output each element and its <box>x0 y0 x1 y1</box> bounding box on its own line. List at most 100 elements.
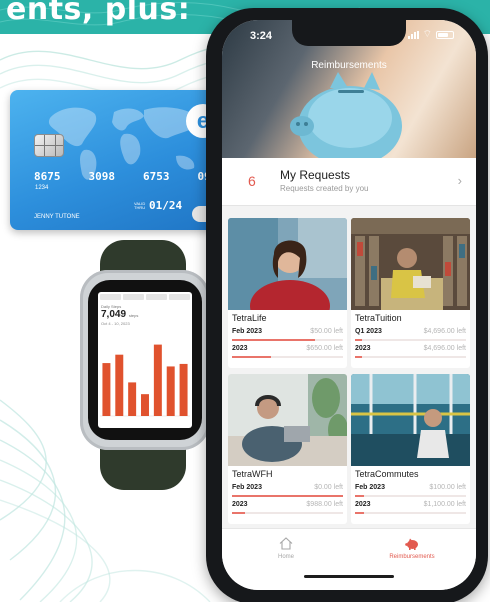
tab-label: Reimbursements <box>389 554 435 560</box>
phone-screen: 3:24 ⌔ Reimbursements 6 My Requests Requ… <box>222 20 476 590</box>
steps-value: 7,049 steps <box>101 309 138 320</box>
period-label: Feb 2023 <box>355 484 385 491</box>
amount-left: $4,696.00 left <box>423 328 466 335</box>
amount-left: $100.00 left <box>429 484 466 491</box>
watch-steps-app: Daily Steps 7,049 steps Oct 4 - 10, 2023 <box>98 292 192 428</box>
my-requests-row[interactable]: 6 My Requests Requests created by you › <box>222 158 476 206</box>
program-period-row: Q1 2023 $4,696.00 left <box>355 328 466 335</box>
page-title: Reimbursements <box>311 60 387 71</box>
watch-screen: Daily Steps 7,049 steps Oct 4 - 10, 2023 <box>88 280 202 440</box>
amount-left: $50.00 left <box>310 328 343 335</box>
watch-tab <box>169 294 190 300</box>
status-time: 3:24 <box>250 30 273 42</box>
phone-notch <box>292 20 406 46</box>
program-period-row: 2023 $988.00 left <box>232 501 343 508</box>
program-card-tetrawfh[interactable]: TetraWFH Feb 2023 $0.00 left 2023 $988.0… <box>228 374 347 524</box>
progress-fill <box>355 356 362 358</box>
requests-subtitle: Requests created by you <box>280 184 369 193</box>
program-period-row: Feb 2023 $0.00 left <box>232 484 343 491</box>
program-grid: TetraLife Feb 2023 $50.00 left 2023 $650… <box>228 218 470 524</box>
amount-left: $1,100.00 left <box>423 501 466 508</box>
progress-bar <box>355 512 466 514</box>
progress-fill <box>232 339 316 341</box>
period-label: Feb 2023 <box>232 328 262 335</box>
steps-number: 7,049 <box>101 309 127 320</box>
program-image-tetrawfh <box>228 374 347 466</box>
steps-bar-chart <box>100 344 190 417</box>
card-small-number: 1234 <box>35 185 49 191</box>
program-image-tetratuition <box>351 218 470 310</box>
requests-title: My Requests <box>280 168 351 182</box>
period-label: 2023 <box>355 345 371 352</box>
tab-reimbursements[interactable]: Reimbursements <box>362 537 462 560</box>
bottom-tab-bar: Home Reimbursements <box>222 528 476 590</box>
tab-home[interactable]: Home <box>236 537 336 560</box>
progress-bar <box>355 356 466 358</box>
card-number-group: 3098 <box>88 170 116 183</box>
card-number-group: 6753 <box>143 170 170 183</box>
program-name: TetraTuition <box>355 313 402 323</box>
period-label: 2023 <box>232 501 248 508</box>
program-name: TetraWFH <box>232 469 273 479</box>
amount-left: $0.00 left <box>314 484 343 491</box>
program-card-tetracommutes[interactable]: TetraCommutes Feb 2023 $100.00 left 2023… <box>351 374 470 524</box>
chart-bar-2 <box>115 354 124 416</box>
progress-bar <box>232 495 343 497</box>
progress-fill <box>232 495 343 497</box>
card-number-group: 8675 <box>34 170 61 183</box>
battery-icon <box>436 31 454 39</box>
progress-fill <box>355 339 362 341</box>
status-icons: ⌔ <box>407 29 454 40</box>
program-name: TetraCommutes <box>355 469 419 479</box>
watch-tab <box>100 294 121 300</box>
wifi-icon: ⌔ <box>422 29 432 40</box>
progress-fill <box>355 495 364 497</box>
program-period-row: 2023 $650.00 left <box>232 345 343 352</box>
program-image-tetralife <box>228 218 347 310</box>
progress-bar <box>232 339 343 341</box>
program-card-tetralife[interactable]: TetraLife Feb 2023 $50.00 left 2023 $650… <box>228 218 347 368</box>
progress-bar <box>355 495 466 497</box>
chevron-right-icon: › <box>457 173 462 188</box>
chip-icon <box>34 134 64 157</box>
piggy-bank-icon <box>405 538 418 550</box>
period-label: Q1 2023 <box>355 328 382 335</box>
chart-bar-6 <box>166 366 175 416</box>
watch-tab-strip <box>100 294 190 300</box>
card-holder-name: JENNY TUTONE <box>34 214 80 220</box>
progress-bar <box>232 356 343 358</box>
program-period-row: 2023 $4,696.00 left <box>355 345 466 352</box>
program-name: TetraLife <box>232 313 267 323</box>
chart-bar-4 <box>141 394 149 416</box>
credit-card: e 8675 3098 6753 0986 1234 VALID THRU 01… <box>10 90 234 230</box>
amount-left: $988.00 left <box>306 501 343 508</box>
watch-tab <box>146 294 167 300</box>
tab-label: Home <box>277 554 294 560</box>
program-card-tetratuition[interactable]: TetraTuition Q1 2023 $4,696.00 left 2023… <box>351 218 470 368</box>
progress-fill <box>232 512 246 514</box>
requests-count: 6 <box>248 173 256 189</box>
progress-fill <box>232 356 271 358</box>
chart-bar-1 <box>102 363 111 416</box>
chart-bar-5 <box>153 344 162 416</box>
progress-bar <box>232 512 343 514</box>
card-expiry: 01/24 <box>149 199 183 212</box>
progress-fill <box>355 512 364 514</box>
steps-unit: steps <box>128 313 139 318</box>
program-period-row: Feb 2023 $50.00 left <box>232 328 343 335</box>
signal-icon <box>407 31 419 39</box>
home-indicator <box>304 575 394 578</box>
amount-left: $4,696.00 left <box>423 345 466 352</box>
card-number: 8675 3098 6753 0986 <box>34 170 224 183</box>
period-label: 2023 <box>232 345 248 352</box>
watch-tab <box>123 294 144 300</box>
period-label: Feb 2023 <box>232 484 262 491</box>
chart-bar-7 <box>179 363 188 416</box>
period-label: 2023 <box>355 501 371 508</box>
program-period-row: Feb 2023 $100.00 left <box>355 484 466 491</box>
progress-bar <box>355 339 466 341</box>
program-image-tetracommutes <box>351 374 470 466</box>
home-icon <box>279 537 293 550</box>
chart-bar-3 <box>128 382 137 416</box>
headline-text: ents, plus: <box>6 0 191 27</box>
